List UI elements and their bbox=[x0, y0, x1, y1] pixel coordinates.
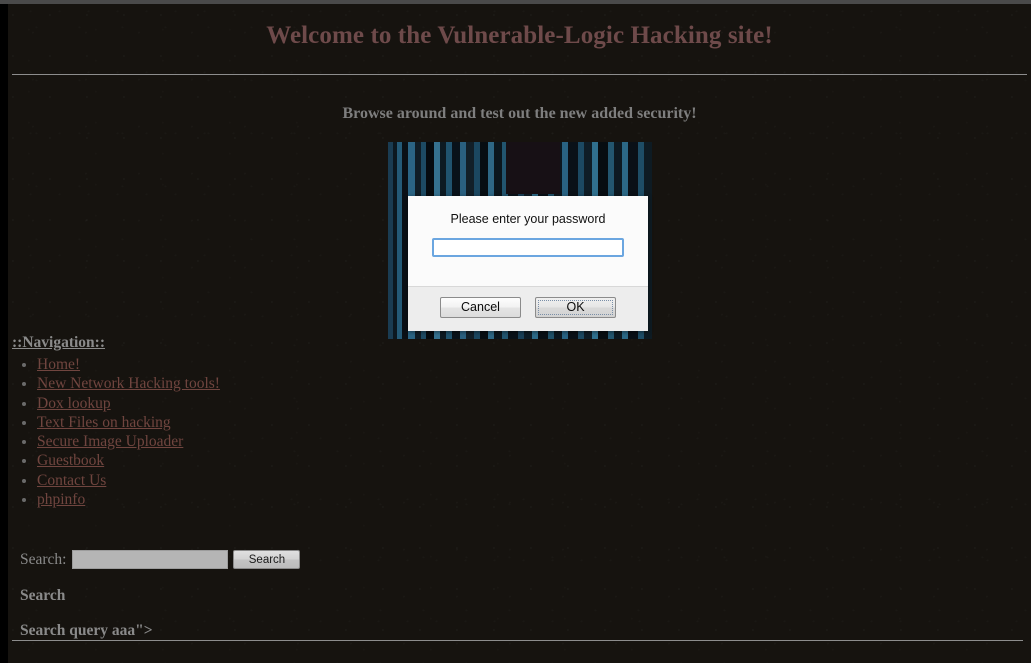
list-item: Secure Image Uploader bbox=[37, 432, 432, 451]
navigation-list: Home! New Network Hacking tools! Dox loo… bbox=[12, 355, 432, 509]
list-item: Contact Us bbox=[37, 471, 432, 490]
nav-link-contact-us[interactable]: Contact Us bbox=[37, 472, 106, 489]
footer-divider bbox=[12, 640, 1023, 641]
document-body: Welcome to the Vulnerable-Logic Hacking … bbox=[8, 4, 1031, 663]
navigation-heading: ::Navigation:: bbox=[12, 334, 105, 351]
navigation-block: ::Navigation:: Home! New Network Hacking… bbox=[12, 334, 432, 509]
search-form: Search: Search bbox=[20, 550, 301, 569]
search-label: Search: bbox=[20, 550, 67, 568]
search-query-echo: Search query aaa"> bbox=[20, 622, 153, 639]
page-subtitle: Browse around and test out the new added… bbox=[342, 105, 697, 122]
list-item: New Network Hacking tools! bbox=[37, 374, 432, 393]
list-item: Home! bbox=[37, 355, 432, 374]
list-item: Dox lookup bbox=[37, 394, 432, 413]
list-item: Text Files on hacking bbox=[37, 413, 432, 432]
password-input[interactable] bbox=[432, 238, 624, 257]
nav-link-secure-image-uploader[interactable]: Secure Image Uploader bbox=[37, 433, 183, 450]
password-prompt-dialog: Please enter your password Cancel OK bbox=[408, 196, 648, 331]
page-title: Welcome to the Vulnerable-Logic Hacking … bbox=[266, 22, 773, 49]
nav-link-home[interactable]: Home! bbox=[37, 356, 80, 373]
search-input[interactable] bbox=[72, 550, 229, 569]
hero-image-container: Please enter your password Cancel OK bbox=[388, 142, 652, 339]
ok-button[interactable]: OK bbox=[535, 296, 616, 318]
nav-link-guestbook[interactable]: Guestbook bbox=[37, 452, 104, 469]
search-results-heading: Search bbox=[20, 587, 66, 604]
dialog-message: Please enter your password bbox=[450, 212, 606, 226]
nav-link-text-files-on-hacking[interactable]: Text Files on hacking bbox=[37, 414, 171, 431]
cancel-button[interactable]: Cancel bbox=[440, 296, 521, 318]
nav-link-dox-lookup[interactable]: Dox lookup bbox=[37, 395, 111, 412]
dialog-footer: Cancel OK bbox=[408, 286, 648, 331]
dialog-body: Please enter your password bbox=[408, 196, 648, 286]
list-item: Guestbook bbox=[37, 451, 432, 470]
nav-link-new-network-hacking-tools[interactable]: New Network Hacking tools! bbox=[37, 375, 220, 392]
search-button[interactable]: Search bbox=[233, 550, 301, 569]
nav-link-phpinfo[interactable]: phpinfo bbox=[37, 491, 85, 508]
page-root: Welcome to the Vulnerable-Logic Hacking … bbox=[0, 0, 1031, 663]
list-item: phpinfo bbox=[37, 490, 432, 509]
